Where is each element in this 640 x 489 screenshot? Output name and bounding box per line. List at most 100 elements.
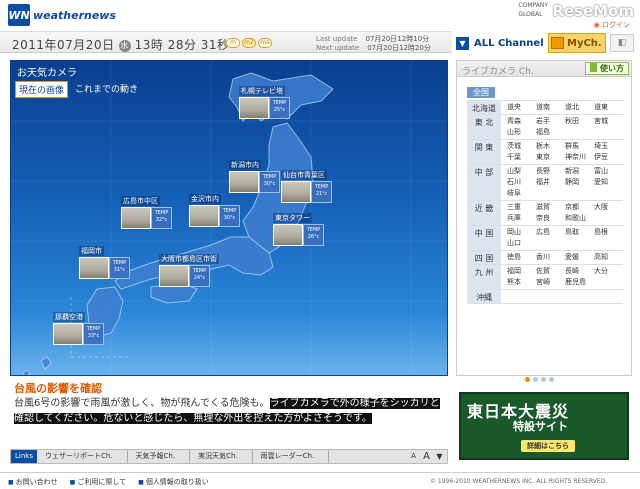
page-dot[interactable] bbox=[533, 377, 538, 382]
page-dot[interactable] bbox=[549, 377, 554, 382]
city-link[interactable]: 和歌山 bbox=[565, 213, 590, 224]
city-link[interactable]: 長野 bbox=[536, 166, 561, 177]
region-name[interactable]: 近 畿 bbox=[467, 201, 501, 225]
tab-my-ch[interactable]: MyCh. bbox=[548, 33, 606, 53]
font-small-button[interactable]: A bbox=[408, 451, 419, 462]
footer-contact-link[interactable]: お問い合わせ bbox=[8, 477, 58, 487]
region-name[interactable]: 関 東 bbox=[467, 140, 501, 164]
city-link[interactable]: 福井 bbox=[536, 177, 561, 188]
region-name[interactable]: 沖縄 bbox=[467, 290, 501, 303]
camera-naha[interactable]: 那覇空港 TEMP 33°c bbox=[53, 312, 104, 345]
city-link[interactable]: 道央 bbox=[507, 102, 532, 113]
city-link[interactable]: 愛媛 bbox=[565, 252, 590, 263]
size-ma-button[interactable]: ma bbox=[258, 38, 272, 48]
city-link[interactable]: 秋田 bbox=[565, 116, 590, 127]
city-link[interactable]: 宮崎 bbox=[536, 277, 561, 288]
page-dot[interactable] bbox=[525, 377, 530, 382]
city-link[interactable]: 福岡 bbox=[507, 266, 532, 277]
city-link[interactable]: 山梨 bbox=[507, 166, 532, 177]
region-name[interactable]: 中 部 bbox=[467, 165, 501, 200]
city-link[interactable]: 静岡 bbox=[565, 177, 590, 188]
city-link[interactable]: 滋賀 bbox=[536, 202, 561, 213]
city-link[interactable]: 伊豆 bbox=[594, 152, 619, 163]
link-forecast[interactable]: 天気予報Ch. bbox=[128, 450, 191, 463]
city-link[interactable]: 道南 bbox=[536, 102, 561, 113]
news-title[interactable]: 台風の影響を確認 bbox=[14, 380, 102, 396]
city-link[interactable]: 徳島 bbox=[507, 252, 532, 263]
city-link[interactable]: 熊本 bbox=[507, 277, 532, 288]
city-link[interactable]: 栃木 bbox=[536, 141, 561, 152]
city-link[interactable]: 大阪 bbox=[594, 202, 619, 213]
all-japan-button[interactable]: 全国 bbox=[467, 87, 495, 98]
earthquake-banner[interactable]: 東日本大震災 特設サイト 詳細はこちら bbox=[459, 392, 629, 460]
city-link[interactable]: 山形 bbox=[507, 127, 532, 138]
city-link[interactable]: 大分 bbox=[594, 266, 619, 277]
camera-niigata[interactable]: 新潟市内 TEMP 30°c bbox=[229, 160, 280, 193]
city-link[interactable]: 兵庫 bbox=[507, 213, 532, 224]
city-link[interactable]: 宮城 bbox=[594, 116, 619, 127]
city-link[interactable]: 道東 bbox=[594, 102, 619, 113]
link-weather-report[interactable]: ウェザーリポートCh. bbox=[37, 450, 128, 463]
banner-details-button[interactable]: 詳細はこちら bbox=[521, 440, 575, 452]
page-dot[interactable] bbox=[541, 377, 546, 382]
howto-button[interactable]: 使い方 bbox=[585, 62, 629, 75]
camera-sendai[interactable]: 仙台市青葉区 TEMP 21°c bbox=[281, 170, 332, 203]
camera-osaka[interactable]: 大阪市都島区市街 TEMP 24°c bbox=[159, 254, 219, 287]
footer-terms-link[interactable]: ご利用に際して bbox=[70, 477, 126, 487]
city-link[interactable]: 神奈川 bbox=[565, 152, 590, 163]
city-link[interactable]: 茨城 bbox=[507, 141, 532, 152]
size-m-button[interactable]: m bbox=[226, 38, 240, 48]
link-rain-radar[interactable]: 雨雲レーダーCh. bbox=[253, 450, 330, 463]
camera-hiroshima[interactable]: 広島市中区 TEMP 32°c bbox=[121, 196, 172, 229]
city-link[interactable]: 岐阜 bbox=[507, 188, 532, 199]
city-link[interactable]: 島根 bbox=[594, 227, 619, 238]
city-link[interactable]: 岡山 bbox=[507, 227, 532, 238]
city-link[interactable]: 石川 bbox=[507, 177, 532, 188]
city-link[interactable]: 鳥取 bbox=[565, 227, 590, 238]
city-link[interactable]: 福島 bbox=[536, 127, 561, 138]
login-link[interactable]: ◉ ログイン bbox=[594, 20, 630, 30]
global-link[interactable]: GLOBAL bbox=[518, 10, 548, 19]
size-m2-button[interactable]: m2 bbox=[242, 38, 256, 48]
camera-tokyo-tower[interactable]: 東京タワー TEMP 26°c bbox=[273, 213, 324, 246]
city-link[interactable]: 三重 bbox=[507, 202, 532, 213]
city-link[interactable]: 鹿児島 bbox=[565, 277, 590, 288]
region-name[interactable]: 東 北 bbox=[467, 115, 501, 139]
city-link[interactable]: 道北 bbox=[565, 102, 590, 113]
city-link[interactable]: 新潟 bbox=[565, 166, 590, 177]
camera-thumbnail bbox=[79, 257, 109, 279]
link-observation[interactable]: 実況天気Ch. bbox=[190, 450, 253, 463]
font-large-button[interactable]: A bbox=[421, 451, 432, 462]
city-link[interactable]: 岩手 bbox=[536, 116, 561, 127]
camera-fukuoka[interactable]: 福岡市 TEMP 31°c bbox=[79, 246, 130, 279]
city-link[interactable]: 東京 bbox=[536, 152, 561, 163]
tab-current-image[interactable]: 現在の画像 bbox=[15, 81, 69, 98]
city-link[interactable]: 青森 bbox=[507, 116, 532, 127]
city-link[interactable]: 奈良 bbox=[536, 213, 561, 224]
city-link[interactable]: 香川 bbox=[536, 252, 561, 263]
city-link[interactable]: 高知 bbox=[594, 252, 619, 263]
city-link[interactable]: 長崎 bbox=[565, 266, 590, 277]
region-name[interactable]: 中 国 bbox=[467, 226, 501, 250]
scroll-down-icon[interactable]: ▼ bbox=[434, 451, 445, 462]
city-link[interactable]: 山口 bbox=[507, 238, 532, 249]
city-link[interactable]: 佐賀 bbox=[536, 266, 561, 277]
footer-privacy-link[interactable]: 個人情報の取り扱い bbox=[138, 477, 209, 487]
camera-kanazawa[interactable]: 金沢市内 TEMP 30°c bbox=[189, 194, 240, 227]
city-link[interactable]: 富山 bbox=[594, 166, 619, 177]
city-link[interactable]: 愛知 bbox=[594, 177, 619, 188]
city-link[interactable]: 千葉 bbox=[507, 152, 532, 163]
city-link[interactable]: 群馬 bbox=[565, 141, 590, 152]
region-name[interactable]: 四 国 bbox=[467, 251, 501, 264]
region-name[interactable]: 北海道 bbox=[467, 101, 501, 114]
camera-sapporo[interactable]: 札幌テレビ塔 TEMP 25°c bbox=[239, 86, 290, 119]
city-link[interactable]: 広島 bbox=[536, 227, 561, 238]
city-link[interactable]: 京都 bbox=[565, 202, 590, 213]
city-link[interactable]: 埼玉 bbox=[594, 141, 619, 152]
region-name[interactable]: 九 州 bbox=[467, 265, 501, 289]
tab-all-channel[interactable]: ▼ ALL Channel bbox=[456, 33, 546, 53]
company-link[interactable]: COMPANY bbox=[518, 1, 548, 10]
tab-history[interactable]: これまでの動き bbox=[72, 81, 141, 98]
tab-extra-button[interactable]: ◧ bbox=[610, 34, 634, 52]
weathernews-logo[interactable]: WN weathernews bbox=[8, 4, 116, 26]
